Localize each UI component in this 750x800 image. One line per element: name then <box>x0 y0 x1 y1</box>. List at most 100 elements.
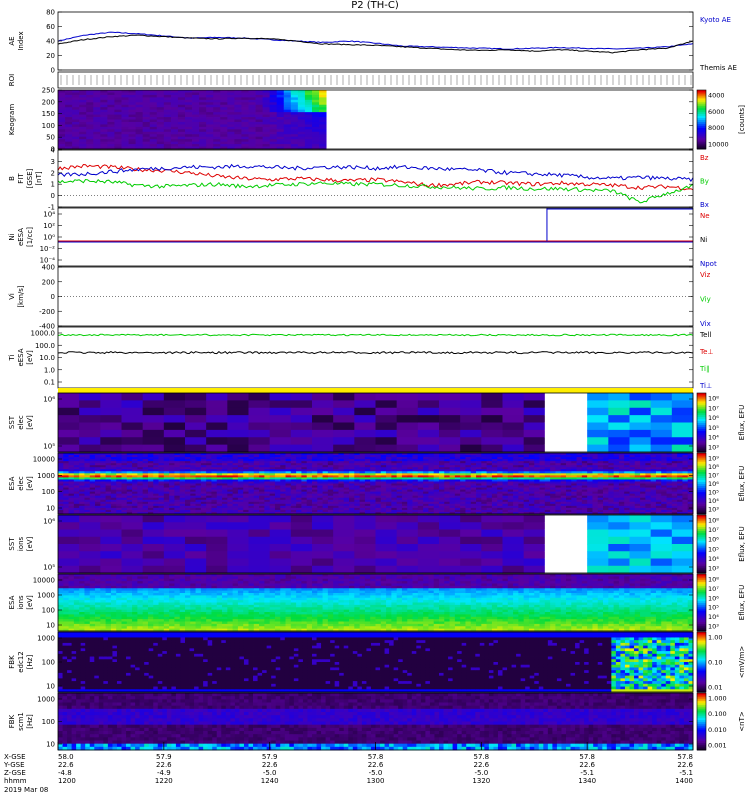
keogram-cell <box>121 131 129 135</box>
keogram-cell <box>100 121 108 125</box>
keogram-cell <box>248 90 256 93</box>
keogram-cell <box>107 99 115 103</box>
sst_e-cell <box>312 422 334 431</box>
keogram-cell <box>163 94 172 98</box>
sst_e-cell <box>79 429 101 438</box>
keogram-cell <box>65 126 73 130</box>
keogram-cell <box>297 94 306 98</box>
sst_e-cell <box>58 437 80 446</box>
sst_e-cell <box>142 407 165 416</box>
sst_e-cell <box>333 415 355 423</box>
sst_e-cell <box>58 415 80 423</box>
keogram-cell <box>149 102 158 106</box>
keogram-cell <box>65 124 73 128</box>
ae-ytick: 40 <box>46 38 55 46</box>
keogram-cell <box>107 119 115 123</box>
keogram-cell <box>128 104 137 108</box>
keogram-cell <box>312 99 320 103</box>
keogram-cell <box>114 136 122 140</box>
keogram-cell <box>100 131 108 135</box>
sst_e-cell <box>227 437 249 446</box>
keogram-cell <box>86 109 94 113</box>
keogram-cell <box>304 126 313 130</box>
sst_e-cell <box>629 437 652 446</box>
sst_e-cell <box>121 429 144 438</box>
keogram-cell <box>100 141 108 145</box>
sst_e-cell <box>566 393 588 401</box>
sst_e-cell <box>185 407 207 416</box>
keogram-cell <box>107 144 115 147</box>
keogram-cell <box>213 141 221 145</box>
keogram-cell <box>304 107 313 111</box>
keogram-cell <box>107 97 115 101</box>
sst_e-cell <box>185 429 207 438</box>
keogram-cell <box>297 109 306 113</box>
keogram-cell <box>65 112 73 115</box>
sst_e-cell <box>544 422 567 431</box>
sst_e-cell <box>58 429 80 438</box>
sst_e-cell <box>142 444 165 453</box>
keogram-cell <box>177 104 186 108</box>
keogram-cell <box>319 99 327 103</box>
keogram-cell <box>58 144 66 147</box>
keogram-cell <box>220 141 228 145</box>
keogram-cell <box>255 104 264 108</box>
keogram-cell <box>93 104 101 108</box>
keogram-cell <box>149 144 158 147</box>
keogram-cell <box>297 107 306 111</box>
keogram-cell <box>128 144 137 147</box>
keogram-cell <box>65 121 73 125</box>
keogram-cell <box>304 139 313 143</box>
keogram-cell <box>192 139 200 143</box>
sst_e-cell <box>312 429 334 438</box>
sst_e-cell <box>269 393 292 401</box>
sst_e-cell <box>121 415 144 423</box>
keogram-cell <box>163 99 172 103</box>
keogram-cell <box>93 124 101 128</box>
keogram-cell <box>185 99 193 103</box>
sst_e-cell <box>333 429 355 438</box>
keogram-cell <box>93 94 101 98</box>
keogram-cell <box>304 134 313 138</box>
keogram-cell <box>276 136 285 140</box>
keogram-cell <box>241 102 249 106</box>
keogram-cell <box>276 129 285 133</box>
keogram-cell <box>234 117 242 120</box>
keogram-cell <box>58 109 66 113</box>
keogram-cell <box>149 117 158 120</box>
keogram-cell <box>79 114 87 118</box>
velocity-legend-2: Vix <box>700 320 711 328</box>
keogram-cell <box>269 124 278 128</box>
sst_e-cell <box>100 400 122 409</box>
keogram-cell <box>79 109 87 113</box>
keogram-cell <box>156 107 165 111</box>
sst_e-cell <box>587 415 609 423</box>
keogram-cell <box>72 102 80 106</box>
keogram-cell <box>304 131 313 135</box>
keogram-cell <box>79 144 87 147</box>
keogram-cell <box>100 117 108 120</box>
keogram-cell <box>192 117 200 120</box>
keogram-cell <box>163 114 172 118</box>
keogram-cell <box>107 129 115 133</box>
keogram-cell <box>213 121 221 125</box>
keogram-cell <box>276 97 285 101</box>
sst_e-colorbar-tick: 10⁴ <box>708 434 719 442</box>
sst_e-cell <box>544 444 567 453</box>
keogram-cell <box>241 114 249 118</box>
keogram-cell <box>220 119 228 123</box>
keogram-cell <box>100 107 108 111</box>
keogram-cell <box>185 90 193 93</box>
keogram-cell <box>234 131 242 135</box>
sst_e-cell <box>312 393 334 401</box>
keogram-colorbar-tick: 6000 <box>708 108 725 116</box>
ae-ylabel: Index <box>17 31 25 50</box>
keogram-cell <box>206 141 214 145</box>
keogram-cell <box>142 144 151 147</box>
keogram-cell <box>177 141 186 145</box>
keogram-cell <box>241 107 249 111</box>
keogram-cell <box>79 129 87 133</box>
keogram-cell <box>312 97 320 101</box>
sst_e-cell <box>333 393 355 401</box>
keogram-cell <box>206 109 214 113</box>
